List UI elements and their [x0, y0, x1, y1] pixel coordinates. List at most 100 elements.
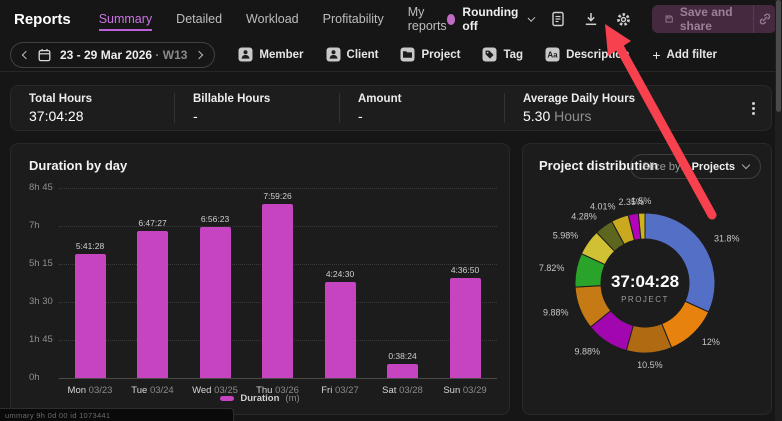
stat-average-daily-hours: Average Daily Hours 5.30 Hours	[504, 93, 748, 123]
status-url-text: ummary 9h 0d 00 id 1073441	[5, 411, 110, 420]
duration-bar-wed	[200, 227, 231, 378]
download-button[interactable]	[582, 8, 599, 30]
donut-percentage-label: 1.5%	[631, 196, 652, 206]
duration-bar-tue	[137, 231, 168, 378]
bar-value-label: 6:56:23	[184, 214, 246, 224]
gridline	[59, 378, 497, 379]
rounding-toggle[interactable]: Rounding off	[447, 5, 534, 33]
stat-label: Total Hours	[29, 93, 156, 105]
slice-by-prefix: Slice by:	[642, 161, 684, 173]
bar-chart-legend: Duration (m)	[11, 393, 509, 404]
donut-center-label: PROJECT	[621, 295, 669, 304]
donut-percentage-label: 4.28%	[571, 212, 597, 222]
calendar-icon	[38, 48, 51, 62]
filter-chip-label: Member	[259, 49, 303, 61]
y-axis-tick: 1h 45	[29, 334, 53, 345]
bar-value-label: 6:47:27	[122, 218, 184, 228]
y-axis-tick: 5h 15	[29, 258, 53, 269]
stat-value: -	[193, 108, 321, 124]
project-distribution-card: Project distribution Slice by: Projects …	[522, 143, 772, 415]
previous-week-icon[interactable]	[22, 50, 30, 58]
filter-chip-client[interactable]: Client	[317, 42, 388, 68]
save-and-share-group: Save and share	[652, 5, 776, 33]
y-axis-tick: 3h 30	[29, 296, 53, 307]
filter-chip-label: Client	[347, 49, 379, 61]
copy-link-button[interactable]	[753, 5, 775, 33]
filter-bar: 23 - 29 Mar 2026 · W13 Member Client Proje…	[0, 38, 782, 72]
rounding-dot-icon	[447, 14, 456, 25]
member-icon	[238, 47, 253, 62]
donut-percentage-label: 10.5%	[637, 360, 663, 370]
legend-swatch	[220, 396, 234, 401]
stat-label: Average Daily Hours	[523, 93, 730, 105]
donut-percentage-label: 9.88%	[543, 308, 569, 318]
duration-bar-fri	[325, 282, 356, 378]
nav-actions: Rounding off	[447, 5, 776, 33]
summary-stats-card: Total Hours 37:04:28 Billable Hours - Am…	[10, 85, 772, 131]
settings-button[interactable]	[615, 8, 632, 30]
stat-label: Amount	[358, 93, 486, 105]
stat-value: 5.30 Hours	[523, 108, 730, 124]
duration-bar-sat	[387, 364, 418, 378]
stats-menu-button[interactable]	[752, 107, 755, 110]
y-axis-tick: 7h	[29, 220, 40, 231]
tab-detailed[interactable]: Detailed	[176, 8, 222, 31]
week-number: · W13	[155, 48, 187, 62]
donut-center-total: 37:04:28	[611, 272, 679, 291]
scrollbar-thumb[interactable]	[776, 0, 781, 112]
save-and-share-label: Save and share	[680, 5, 741, 33]
filter-chip-member[interactable]: Member	[229, 42, 312, 68]
link-icon	[758, 12, 772, 26]
legend-label: Duration	[240, 393, 279, 404]
tab-workload[interactable]: Workload	[246, 8, 299, 31]
filter-chip-label: Tag	[503, 49, 523, 61]
bar-value-label: 4:36:50	[434, 265, 496, 275]
scrollbar-track[interactable]	[775, 0, 782, 421]
date-range-picker[interactable]: 23 - 29 Mar 2026 · W13	[10, 42, 215, 68]
slice-by-value: Projects	[692, 161, 735, 173]
filter-chips: Member Client Project Tag AaDescription	[229, 42, 638, 68]
date-range-text: 23 - 29 Mar 2026 · W13	[60, 48, 187, 62]
bar-value-label: 7:59:26	[247, 191, 309, 201]
stat-total-hours: Total Hours 37:04:28	[11, 93, 174, 123]
duration-bar-thu	[262, 204, 293, 378]
export-document-button[interactable]	[550, 8, 567, 30]
donut-percentage-label: 31.8%	[714, 234, 740, 244]
tab-summary[interactable]: Summary	[99, 8, 152, 31]
add-filter-button[interactable]: + Add filter	[642, 47, 727, 63]
add-filter-label: Add filter	[667, 49, 717, 61]
tab-my-reports[interactable]: My reports	[408, 1, 447, 38]
slice-by-dropdown[interactable]: Slice by: Projects	[630, 154, 761, 179]
filter-chip-tag[interactable]: Tag	[473, 42, 532, 68]
donut-percentage-label: 9.88%	[574, 347, 600, 357]
stat-value: -	[358, 108, 486, 124]
gear-icon	[616, 12, 631, 27]
stat-value: 37:04:28	[29, 108, 156, 124]
filter-chip-description[interactable]: AaDescription	[536, 42, 638, 68]
tag-icon	[482, 47, 497, 62]
bar-value-label: 4:24:30	[309, 269, 371, 279]
duration-bar-mon	[75, 254, 106, 378]
stat-suffix: Hours	[554, 108, 591, 124]
download-icon	[584, 12, 598, 26]
document-icon	[551, 11, 565, 27]
description-icon: Aa	[545, 47, 560, 62]
y-axis-tick: 8h 45	[29, 182, 53, 193]
donut-percentage-label: 5.98%	[553, 230, 579, 240]
bar-value-label: 5:41:28	[59, 241, 121, 251]
stat-amount: Amount -	[339, 93, 504, 123]
legend-unit: (m)	[285, 393, 299, 404]
stat-billable-hours: Billable Hours -	[174, 93, 339, 123]
bar-chart-plot: 8h 457h5h 153h 301h 450h5:41:28Mon 03/23…	[21, 188, 499, 378]
save-and-share-button[interactable]: Save and share	[652, 5, 754, 33]
svg-text:Aa: Aa	[547, 51, 558, 60]
filter-chip-project[interactable]: Project	[391, 42, 469, 68]
y-axis-tick: 0h	[29, 372, 40, 383]
report-tabs: Summary Detailed Workload Profitability My r…	[99, 1, 447, 38]
next-week-icon[interactable]	[195, 50, 203, 58]
tab-profitability[interactable]: Profitability	[323, 8, 384, 31]
bar-chart-title: Duration by day	[29, 158, 127, 173]
project-icon	[400, 47, 415, 62]
chevron-down-icon	[527, 14, 535, 22]
top-navigation: Reports SummaryDetailedWorkloadProfitabi…	[0, 0, 782, 38]
